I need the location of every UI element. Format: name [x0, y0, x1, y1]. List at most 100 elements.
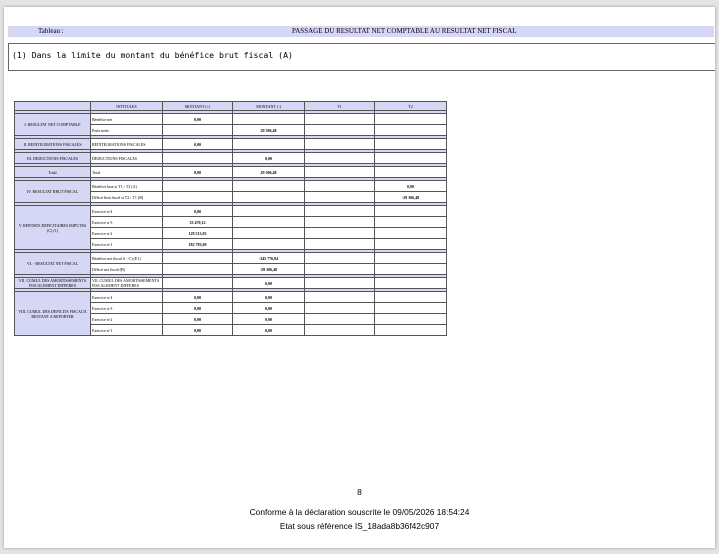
section-label: VII. CUMUL DES AMORTISSEMENTS FISCALEMEN… — [14, 277, 91, 289]
cell-t2 — [374, 238, 447, 250]
column-header: MONTANT (+) — [162, 101, 233, 111]
cell-label: VII. CUMUL DES AMORTISSEMENTS FISCALEMEN… — [90, 277, 163, 289]
cell-minus — [232, 205, 305, 217]
cell-label: Exercice n-3 — [90, 302, 163, 314]
cell-plus: 0,00 — [162, 138, 233, 150]
cell-t1 — [304, 263, 375, 275]
reference-line: Etat sous référence IS_18ada8b36f42c907 — [279, 521, 440, 531]
cell-t2: -29 306,48 — [374, 191, 447, 203]
cell-minus: 0,00 — [232, 313, 305, 325]
cell-minus — [232, 191, 305, 203]
table-title: PASSAGE DU RESULTAT NET COMPTABLE AU RES… — [292, 27, 517, 35]
section-label: Total — [14, 166, 91, 178]
table-row: V. REPORTS DEFICITAIRES IMPUTES (C) (1) E… — [14, 205, 447, 250]
section-label: II. REINTEGRATIONS FISCALES — [14, 138, 91, 150]
cell-plus: 0,00 — [162, 291, 233, 303]
cell-t2 — [374, 227, 447, 239]
cell-minus: 29 306,48 — [232, 166, 305, 178]
cell-label: Perte nette — [90, 124, 163, 136]
cell-minus: 29 306,48 — [232, 124, 305, 136]
cell-plus — [162, 180, 233, 192]
cell-t2 — [374, 263, 447, 275]
cell-plus: 0,00 — [162, 313, 233, 325]
conformity-line: Conforme à la déclaration souscrite le 0… — [249, 507, 470, 517]
cell-plus: 129 513,03 — [162, 227, 233, 239]
cell-label: Total — [90, 166, 163, 178]
cell-minus — [232, 227, 305, 239]
cell-t1 — [304, 205, 375, 217]
cell-t1 — [304, 216, 375, 228]
cell-label: Exercice n-1 — [90, 324, 163, 336]
cell-t1 — [304, 291, 375, 303]
cell-t2 — [374, 252, 447, 264]
cell-plus: 0,00 — [162, 324, 233, 336]
cell-label: Exercice n-2 — [90, 227, 163, 239]
cell-label: Déficit brut fiscal si T2> T1 (B) — [90, 191, 163, 203]
section-label: I. RESULTAT NET COMPTABLE — [14, 113, 91, 136]
cell-t2 — [374, 138, 447, 150]
table-label: Tableau : — [38, 27, 64, 35]
cell-t1 — [304, 313, 375, 325]
cell-plus — [162, 263, 233, 275]
cell-t1 — [304, 227, 375, 239]
cell-minus: -29 306,48 — [232, 263, 305, 275]
footnote-text: (1) Dans la limite du montant du bénéfic… — [12, 50, 293, 60]
cell-minus — [232, 138, 305, 150]
cell-minus: 0,00 — [232, 277, 305, 289]
table-row: IV. RESULTAT BRUT FISCAL Bénéfice brut si… — [14, 180, 447, 203]
cell-t1 — [304, 113, 375, 125]
cell-label: Bénéfice brut si T1> T2 (A) — [90, 180, 163, 192]
cell-minus: -345 776,84 — [232, 252, 305, 264]
cell-t2: 0,00 — [374, 180, 447, 192]
cell-label: Exercice n-4 — [90, 291, 163, 303]
cell-t1 — [304, 277, 375, 289]
table-row: II. REINTEGRATIONS FISCALES REINTEGRATION… — [14, 138, 447, 150]
section-label: VIII. CUMUL DES DEFICITS FISCAUX RESTANT… — [14, 291, 91, 336]
cell-t2 — [374, 277, 447, 289]
table-row: I. RESULTAT NET COMPTABLE Bénéfice net 0,0… — [14, 113, 447, 136]
column-header: MONTANT (-) — [232, 101, 305, 111]
cell-minus: 0,00 — [232, 302, 305, 314]
cell-minus — [232, 238, 305, 250]
cell-t1 — [304, 138, 375, 150]
cell-t1 — [304, 124, 375, 136]
document-page: Tableau : PASSAGE DU RESULTAT NET COMPTA… — [4, 7, 715, 548]
cell-label: Exercice n-4 — [90, 205, 163, 217]
table-header-bar: Tableau : PASSAGE DU RESULTAT NET COMPTA… — [8, 26, 714, 37]
cell-label: Déficit net fiscal (B) — [90, 263, 163, 275]
cell-t2 — [374, 113, 447, 125]
cell-t2 — [374, 152, 447, 164]
cell-t1 — [304, 252, 375, 264]
cell-t1 — [304, 324, 375, 336]
cell-t2 — [374, 124, 447, 136]
cell-t1 — [304, 191, 375, 203]
cell-minus — [232, 113, 305, 125]
cell-minus: 0,00 — [232, 324, 305, 336]
table-row: VIII. CUMUL DES DEFICITS FISCAUX RESTANT… — [14, 291, 447, 336]
cell-label: Exercice n-1 — [90, 238, 163, 250]
section-label: V. REPORTS DEFICITAIRES IMPUTES (C) (1) — [14, 205, 91, 250]
fiscal-table: INTITULES MONTANT (+) MONTANT (-) T1 T2 I. RE… — [14, 101, 447, 336]
cell-minus: 0,00 — [232, 152, 305, 164]
cell-plus: 0,00 — [162, 166, 233, 178]
cell-plus: 182 783,69 — [162, 238, 233, 250]
cell-t2 — [374, 205, 447, 217]
column-header: T1 — [304, 101, 375, 111]
table-row: VII. CUMUL DES AMORTISSEMENTS FISCALEMEN… — [14, 277, 447, 289]
cell-t1 — [304, 180, 375, 192]
cell-t1 — [304, 152, 375, 164]
table-row: Total Total 0,00 29 306,48 — [14, 166, 447, 178]
cell-label: Exercice n-2 — [90, 313, 163, 325]
cell-plus — [162, 191, 233, 203]
cell-t2 — [374, 291, 447, 303]
cell-minus: 0,00 — [232, 291, 305, 303]
cell-plus: 0,00 — [162, 113, 233, 125]
cell-plus: 0,00 — [162, 302, 233, 314]
cell-minus — [232, 180, 305, 192]
cell-label: Bénéfice net — [90, 113, 163, 125]
cell-plus: 0,00 — [162, 205, 233, 217]
section-label: VI. - RESULTAT NET FISCAL — [14, 252, 91, 275]
column-header — [14, 101, 91, 111]
cell-label: Bénéfice net fiscal A - C) (E1) — [90, 252, 163, 264]
cell-t2 — [374, 324, 447, 336]
